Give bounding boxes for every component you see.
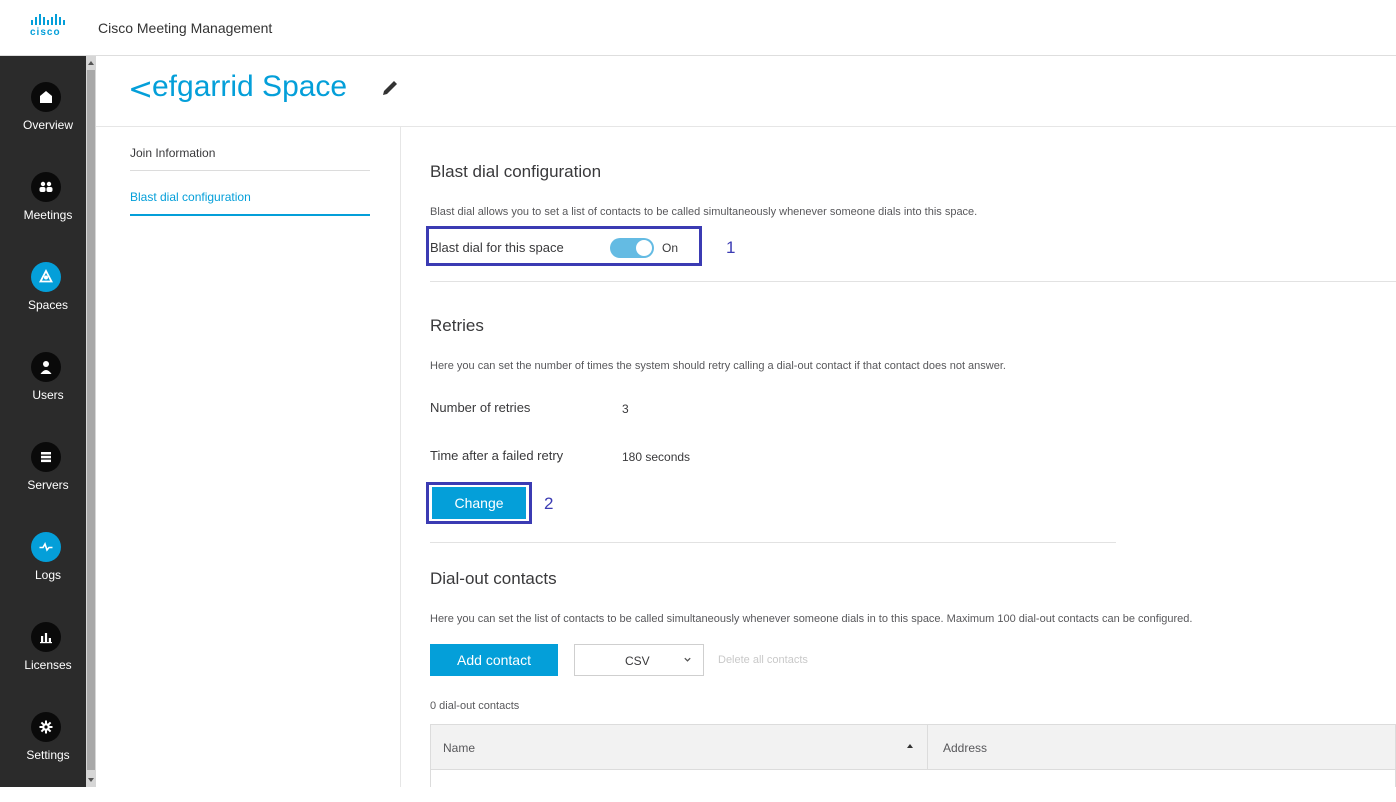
nav-label: Spaces: [27, 298, 69, 312]
back-button[interactable]: <: [128, 72, 153, 107]
main-content: Blast dial configuration Blast dial allo…: [426, 126, 1396, 787]
app-title: Cisco Meeting Management: [98, 20, 273, 36]
nav-label: Licenses: [24, 658, 72, 672]
number-of-retries-label: Number of retries: [430, 400, 531, 415]
nav-item-licenses[interactable]: Licenses: [0, 622, 84, 712]
edit-pencil-icon[interactable]: [380, 78, 400, 98]
nav-label: Meetings: [23, 208, 73, 222]
spaces-icon: [31, 262, 61, 292]
dial-out-contacts-description: Here you can set the list of contacts to…: [430, 613, 1193, 625]
meetings-icon: [31, 172, 61, 202]
left-nav: Overview Meetings Spaces Users Servers L…: [0, 56, 96, 787]
nav-label: Servers: [27, 478, 69, 492]
nav-item-overview[interactable]: Overview: [0, 82, 84, 172]
nav-item-spaces[interactable]: Spaces: [0, 262, 84, 352]
add-contact-button[interactable]: Add contact: [430, 644, 558, 676]
gear-icon: [31, 712, 61, 742]
toggle-state-text: On: [662, 241, 679, 255]
blast-dial-heading: Blast dial configuration: [430, 162, 602, 181]
subnav-join-information[interactable]: Join Information: [130, 146, 370, 160]
number-of-retries-value: 3: [622, 402, 629, 416]
nav-label: Users: [32, 388, 64, 402]
scroll-thumb[interactable]: [87, 70, 95, 770]
nav-item-users[interactable]: Users: [0, 352, 84, 442]
nav-item-settings[interactable]: Settings: [0, 712, 84, 802]
nav-scrollbar[interactable]: [86, 56, 96, 787]
nav-item-logs[interactable]: Logs: [0, 532, 84, 622]
chevron-down-icon: [684, 657, 691, 662]
home-icon: [31, 82, 61, 112]
change-button[interactable]: Change: [432, 487, 526, 519]
format-select-value: CSV: [625, 654, 650, 668]
delete-all-contacts-link[interactable]: Delete all contacts: [718, 654, 808, 666]
logo-wordmark: cisco: [30, 27, 61, 38]
retries-heading: Retries: [430, 316, 484, 335]
contacts-count: 0 dial-out contacts: [430, 700, 520, 712]
time-after-failed-retry-value: 180 seconds: [622, 450, 691, 464]
annotation-label-2: 2: [544, 494, 554, 513]
nav-label: Overview: [22, 118, 73, 132]
page-title: efgarrid Space: [152, 70, 348, 103]
section-divider: [430, 281, 1396, 282]
cisco-logo: cisco: [30, 14, 72, 40]
active-tab-indicator: [130, 214, 370, 216]
sort-ascending-icon[interactable]: [907, 744, 913, 748]
format-select[interactable]: CSV: [574, 644, 704, 676]
contacts-table-header: Name Address: [430, 724, 1396, 770]
scroll-down-arrow[interactable]: [88, 778, 94, 782]
servers-icon: [31, 442, 61, 472]
licenses-icon: [31, 622, 61, 652]
scroll-up-arrow[interactable]: [88, 61, 94, 65]
divider: [130, 170, 370, 171]
dial-out-contacts-heading: Dial-out contacts: [430, 569, 557, 588]
blast-dial-toggle-label: Blast dial for this space: [430, 240, 564, 255]
column-divider: [927, 725, 928, 769]
blast-dial-toggle[interactable]: [610, 238, 654, 258]
nav-label: Settings: [26, 748, 70, 762]
retries-description: Here you can set the number of times the…: [430, 360, 1006, 372]
column-header-address[interactable]: Address: [943, 741, 987, 755]
annotation-label-1: 1: [726, 238, 736, 257]
nav-label: Logs: [34, 568, 62, 582]
nav-item-servers[interactable]: Servers: [0, 442, 84, 532]
contacts-table-body: [430, 769, 1396, 787]
subnav-blast-dial-configuration[interactable]: Blast dial configuration: [130, 190, 370, 204]
panel-divider: [400, 126, 401, 787]
blast-dial-description: Blast dial allows you to set a list of c…: [430, 206, 978, 218]
time-after-failed-retry-label: Time after a failed retry: [430, 448, 564, 463]
logs-icon: [31, 532, 61, 562]
toggle-knob: [636, 240, 652, 256]
section-divider: [430, 542, 1116, 543]
nav-item-meetings[interactable]: Meetings: [0, 172, 84, 262]
user-icon: [31, 352, 61, 382]
column-header-name[interactable]: Name: [443, 741, 475, 755]
top-bar: cisco Cisco Meeting Management: [0, 0, 1396, 56]
